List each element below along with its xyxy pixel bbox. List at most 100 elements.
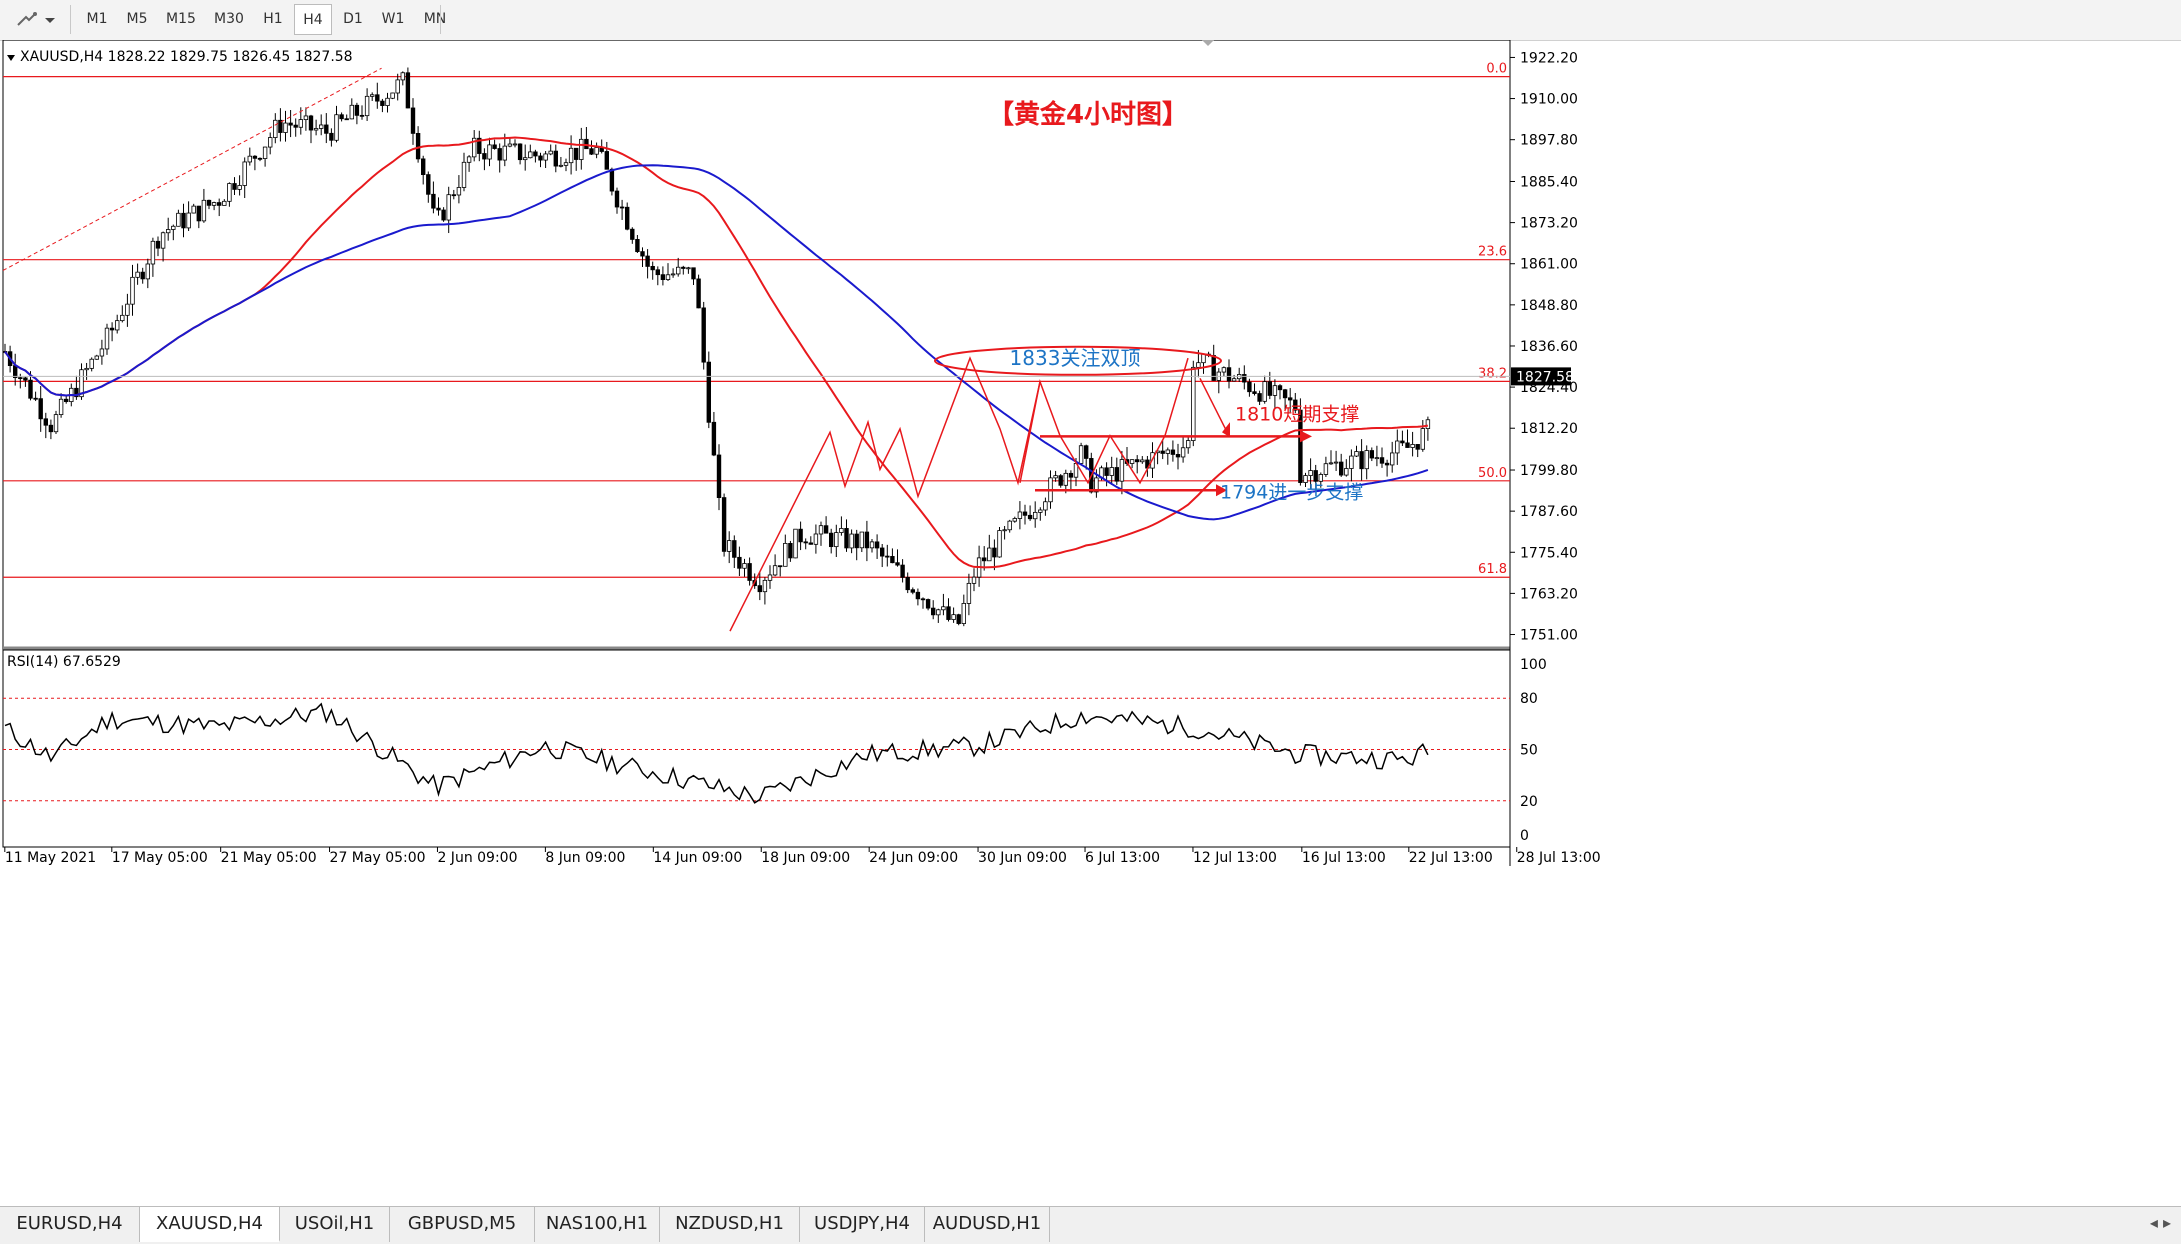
candle-body [619,206,625,209]
timeframe-button-m5[interactable]: M5 [118,4,156,35]
candle-body [176,212,181,227]
timeframe-button-m15[interactable]: M15 [158,4,204,35]
price-tick-label: 1873.20 [1520,216,1578,232]
timeframe-button-mn[interactable]: MN [414,4,456,35]
chart-tab-usdjpy-h4[interactable]: USDJPY,H4 [800,1207,925,1242]
candle-body [1313,470,1318,482]
candle-body [895,562,900,566]
chart-area[interactable]: 1922.20 1910.00 1897.80 1885.40 1873.20 1861.… [0,40,2181,1205]
candle-body [206,199,212,206]
date-tick-label: 22 Jul 13:00 [1409,850,1493,866]
candle-body [181,212,186,229]
chart-tab-gbpusd-m5[interactable]: GBPUSD,M5 [390,1207,535,1242]
moving-average-fast-line [4,136,1429,569]
candle-body [492,144,497,149]
candle-body [742,563,747,569]
date-tick-label: 28 Jul 13:00 [1517,850,1601,866]
timeframe-button-h1[interactable]: H1 [254,4,292,35]
candle-body [910,589,915,593]
candle-body [48,424,54,433]
candle-body [650,266,655,271]
candle-body [1231,378,1237,382]
candle-body [1405,442,1410,448]
candle-body [747,563,752,581]
timeframe-button-m30[interactable]: M30 [206,4,252,35]
candle-body [354,104,360,116]
candle-body [1257,393,1262,402]
candle-body [778,565,783,568]
timeframe-button-m1[interactable]: M1 [78,4,116,35]
candle-body [1104,467,1109,476]
tab-scroll-arrows-icon[interactable]: ◂ ▸ [2150,1213,2171,1232]
candle-body [1359,451,1364,470]
candle-body [528,151,533,159]
candle-body [859,531,864,549]
candle-body [104,327,110,350]
symbol-dropdown-icon[interactable] [7,55,15,61]
chart-tab-usoil-h1[interactable]: USOil,H1 [280,1207,390,1242]
chart-shift-marker-icon[interactable] [1200,40,1216,46]
price-tick-label: 1775.40 [1520,545,1578,561]
date-tick-label: 17 May 05:00 [112,850,208,866]
candle-body [1002,529,1007,532]
candle-body [579,138,584,160]
candle-body [436,207,441,211]
chart-canvas[interactable]: 1922.20 1910.00 1897.80 1885.40 1873.20 1861.… [0,40,2181,1205]
candle-body [1400,440,1405,444]
candle-body [502,145,507,161]
crosshair-dropdown-icon[interactable] [12,6,62,34]
pullback-arrow-line [1199,377,1229,435]
candle-body [665,274,671,281]
candle-body [798,528,803,543]
chart-tab-audusd-h1[interactable]: AUDUSD,H1 [925,1207,1050,1242]
chart-tab-nas100-h1[interactable]: NAS100,H1 [535,1207,660,1242]
candle-body [456,187,462,196]
candle-body [247,155,252,163]
timeframe-toolbar: M1 M5 M15 M30 H1 H4 D1 W1 MN [0,0,2181,41]
timeframe-button-h4[interactable]: H4 [294,4,332,35]
price-tick-label: 1885.40 [1520,174,1578,190]
candle-body [364,95,370,117]
candle-body [1063,472,1068,486]
candle-body [1068,472,1074,478]
candle-body [1247,381,1252,393]
candle-body [165,229,171,234]
candle-body [18,377,23,380]
candle-body [130,276,135,305]
timeframe-button-w1[interactable]: W1 [374,4,412,35]
candle-body [900,564,905,578]
price-tick-label: 1763.20 [1520,586,1578,602]
candle-body [956,614,961,624]
candle-body [1119,459,1125,482]
candle-body [125,303,130,316]
candle-body [99,348,105,357]
candle-body [150,240,156,265]
current-price-label: 1827.58 [1516,369,1574,385]
wave-pattern [729,356,1041,632]
candle-body [1328,462,1334,465]
rsi-tick-label: 50 [1520,743,1538,759]
toolbar-separator [70,5,71,34]
candle-body [1344,468,1349,476]
further-support-annotation: 1794进一步支撑 [1220,481,1363,503]
chart-tab-xauusd-h4[interactable]: XAUUSD,H4 [140,1207,280,1242]
price-tick-label: 1787.60 [1520,504,1578,520]
timeframe-button-d1[interactable]: D1 [334,4,372,35]
candle-body [171,225,176,230]
chart-tab-nzdusd-h1[interactable]: NZDUSD,H1 [660,1207,800,1242]
candle-body [793,528,798,559]
candle-body [344,118,349,121]
candle-body [1191,366,1196,441]
short-support-arrow-icon [1300,430,1312,443]
candle-body [655,269,660,276]
candle-body [803,541,808,544]
double-top-annotation: 1833关注双顶 [1010,346,1141,370]
candle-body [196,205,201,222]
candle-body [431,193,436,209]
chart-tab-eurusd-h4[interactable]: EURUSD,H4 [0,1207,140,1242]
candle-body [155,240,161,249]
candle-body [1410,444,1415,448]
candle-body [420,158,426,176]
candle-body [33,397,38,400]
price-tick-label: 1922.20 [1520,50,1578,66]
